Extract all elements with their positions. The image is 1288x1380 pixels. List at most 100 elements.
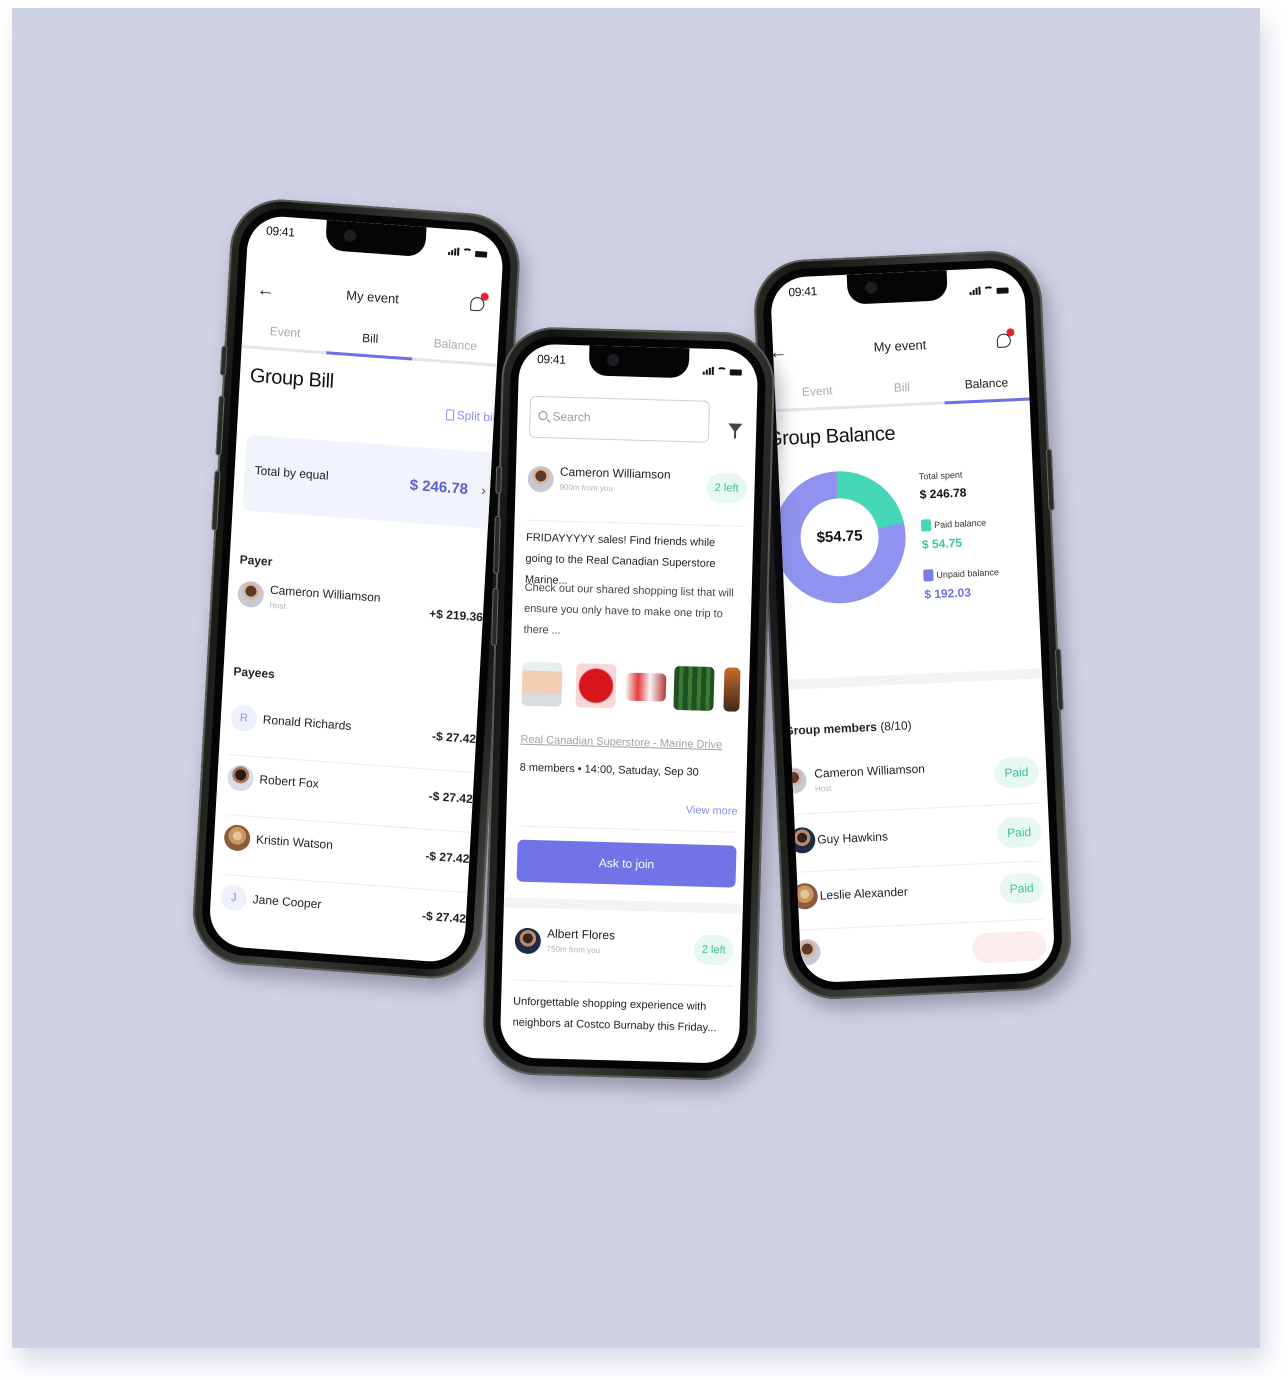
total-card[interactable]: Total by equal $ 246.78 › [242,434,503,530]
section-divider [787,668,1043,690]
paid-label: Paid balance [933,517,987,531]
store-link[interactable]: Real Canadian Superstore - Marine Drive [520,734,722,752]
receipt-icon [445,408,455,421]
payer-amount: +$ 219.36 [428,606,484,625]
divider [526,519,746,527]
post-author: Albert Flores [546,926,616,943]
volume-up-button [493,515,501,574]
product-cherry-tomatoes[interactable] [575,663,617,709]
avatar: J [220,883,248,912]
search-input[interactable]: Search [528,395,710,443]
phone-event-feed: 09:41 Search Cameron Williamson 900m fro… [482,326,776,1082]
members-count: (8/10) [879,718,912,734]
avatar: R [230,704,258,733]
tab-bill[interactable]: Bill [859,370,945,405]
total-spent-label: Total spent [918,469,963,482]
screen: 09:41 ← My event Event Bill Balance Grou… [769,266,1056,984]
product-drink[interactable] [723,667,741,712]
split-bill-button[interactable]: Split bill [445,407,498,425]
screen: 09:41 Search Cameron Williamson 900m fro… [499,343,759,1064]
avatar [514,927,542,955]
header-title: My event [345,287,400,307]
wifi-icon [716,366,727,376]
payee-amount: -$ 27.42 [431,728,477,747]
status-badge: Paid [996,816,1042,849]
avatar [223,824,251,852]
payee-name: Jane Cooper [252,892,322,912]
payee-amount: -$ 27.42 [425,848,470,866]
avatar [226,764,255,792]
payer-name: Cameron Williamson [269,582,381,605]
volume-down-button [491,587,499,646]
status-badge [971,930,1047,964]
post-author: Cameron Williamson [559,464,671,482]
phone-group-balance: 09:41 ← My event Event Bill Balance Grou… [752,248,1074,1002]
split-bill-label: Split bill [456,407,499,425]
payee-amount: -$ 27.42 [428,788,474,807]
search-icon [538,411,548,421]
post-header[interactable]: Cameron Williamson 900m from you 2 left [527,460,747,516]
signal-icon [448,247,460,256]
product-strip[interactable] [521,661,749,716]
tab-event[interactable]: Event [242,314,329,351]
balance-legend: Total spent $ 246.78 Paid balance $ 54.7… [919,468,1001,619]
product-yogurt-pack[interactable] [625,672,667,702]
paid-swatch [920,519,932,532]
payee-name: Robert Fox [259,772,320,791]
post-distance: 900m from you [559,482,613,494]
wifi-icon [462,247,473,257]
divider [518,825,737,833]
payer-role: Host [268,600,286,611]
member-name: Cameron Williamson [813,761,926,781]
view-more-link[interactable]: View more [686,804,738,817]
spots-left-badge: 2 left [693,934,735,966]
payee-amount: -$ 27.42 [421,908,467,926]
unpaid-value: $ 192.03 [923,585,972,602]
header-title: My event [873,337,927,355]
tab-event[interactable]: Event [774,374,860,409]
unpaid-swatch [923,569,934,582]
payee-name: Kristin Watson [255,832,334,852]
status-bar: 09:41 [537,350,743,378]
tab-balance[interactable]: Balance [943,367,1029,402]
donut-center-value: $54.75 [798,496,881,579]
tab-balance[interactable]: Balance [412,327,499,364]
app-bar: ← My event [770,319,1028,370]
total-label: Total by equal [254,463,329,483]
avatar [237,580,265,609]
page-title: Group Balance [769,422,896,451]
divider [513,979,733,987]
member-row[interactable]: Cameron Williamson Host Paid [779,746,1048,815]
wifi-icon [983,286,994,295]
post-separator [503,897,743,914]
post-meta: 8 members • 14:00, Satuday, Sep 30 [519,761,699,779]
product-chicken-breast[interactable] [521,661,563,707]
member-name: Leslie Alexander [819,884,909,903]
phone-group-bill: 09:41 ← My event Event Bill Balance Grou… [190,196,523,983]
total-spent-value: $ 246.78 [919,485,967,502]
post-headline: Unforgettable shopping experience with n… [512,995,717,1035]
mute-switch [219,345,228,376]
payer-label: Payer [239,552,273,569]
payees-label: Payees [233,664,276,682]
status-time: 09:41 [788,284,818,300]
balance-donut-chart: $54.75 [770,468,909,607]
battery-icon [729,369,742,376]
mute-switch [495,465,503,495]
member-name: Guy Hawkins [816,829,889,847]
post-header[interactable]: Albert Flores 750m from you 2 left [514,922,735,978]
page-title: Group Bill [249,364,335,393]
search-placeholder: Search [552,409,591,425]
battery-icon [474,250,488,258]
payer-row[interactable]: Cameron Williamson Host +$ 219.36 [236,576,485,652]
screen: 09:41 ← My event Event Bill Balance Grou… [208,214,505,964]
battery-icon [996,287,1009,294]
spots-left-badge: 2 left [706,472,747,504]
members-label: Group members (8/10) [784,718,912,738]
tab-bill[interactable]: Bill [327,320,414,357]
avatar [527,465,555,493]
filter-icon[interactable] [728,423,743,433]
ask-to-join-button[interactable]: Ask to join [516,839,737,888]
product-cucumbers[interactable] [673,665,715,712]
status-time: 09:41 [536,351,566,367]
